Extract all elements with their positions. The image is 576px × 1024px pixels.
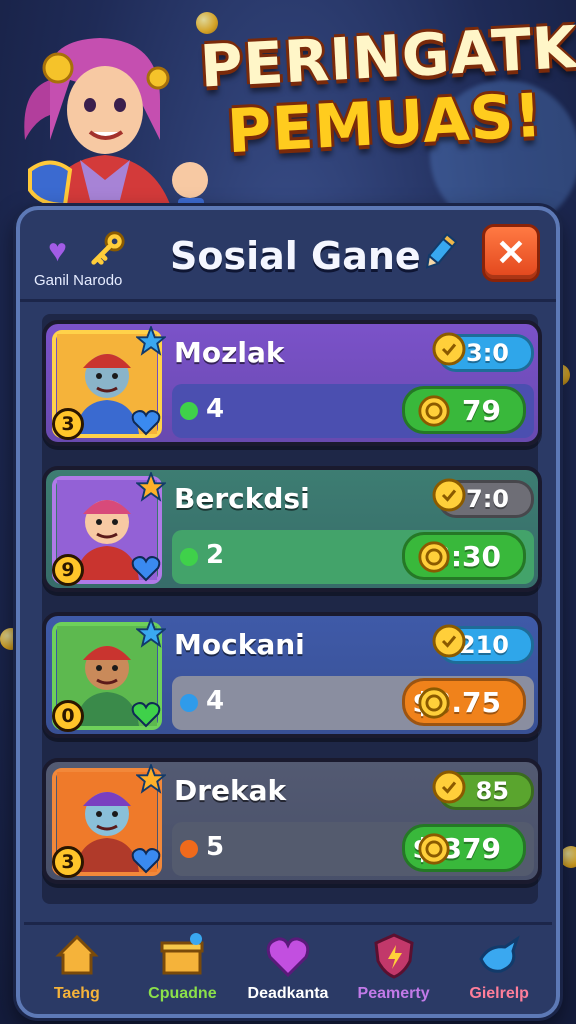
- bottom-navigation: Taehg Cpuadne Deadkanta Peamerty Gielrel…: [24, 922, 552, 1010]
- level-badge: 3: [52, 846, 84, 878]
- score-pill[interactable]: 7:0: [432, 478, 534, 518]
- player-count: 4: [206, 686, 225, 716]
- nav-label: Deadkanta: [247, 985, 329, 1002]
- heart-icon: [266, 937, 310, 978]
- heart-icon: ♥: [48, 232, 67, 268]
- reward-pill[interactable]: $.379: [402, 824, 526, 872]
- close-button[interactable]: ✕: [482, 224, 540, 282]
- panel-header: ♥ Ganil Narodo Sosial Gane ✕: [20, 210, 556, 302]
- level-badge: 9: [52, 554, 84, 586]
- lightning-shield-icon: [373, 933, 414, 979]
- reward-coin-icon: [418, 541, 450, 573]
- score-icon: [432, 624, 466, 658]
- score-value: 85: [475, 777, 509, 805]
- nav-item-taehg[interactable]: Taehg: [24, 925, 130, 1010]
- nav-label: Peamerty: [357, 985, 430, 1002]
- nav-label: Cpuadne: [148, 985, 217, 1002]
- player-row[interactable]: 9 Berckdsi 2 3:30 7:0: [42, 466, 542, 592]
- stat-dot-icon: [180, 840, 198, 858]
- player-stat-bar: 2 3:30: [172, 530, 534, 584]
- score-value: 7:0: [466, 485, 509, 513]
- hero-title: PERINGATK PEMUAS!: [198, 13, 576, 167]
- heart-badge-icon: [131, 848, 161, 874]
- reward-coin-icon: [418, 395, 450, 427]
- stat-dot-icon: [180, 694, 198, 712]
- score-pill[interactable]: 85: [432, 770, 534, 810]
- nav-item-cpuadne[interactable]: Cpuadne: [130, 925, 236, 1010]
- player-row[interactable]: 3 Mozlak 4 79 3:0: [42, 320, 542, 446]
- player-stat-bar: 4 $3.75: [172, 676, 534, 730]
- stat-dot-icon: [180, 548, 198, 566]
- nav-item-peamerty[interactable]: Peamerty: [341, 925, 447, 1010]
- player-row[interactable]: 3 Drekak 5 $.379 85: [42, 758, 542, 884]
- player-name: Mockani: [174, 628, 305, 661]
- score-icon: [432, 478, 466, 512]
- player-row[interactable]: 0 Mockani 4 $3.75 210: [42, 612, 542, 738]
- star-icon: [136, 764, 166, 794]
- edit-pencil-icon[interactable]: [420, 232, 460, 272]
- player-count: 5: [206, 832, 225, 862]
- player-stat-bar: 5 $.379: [172, 822, 534, 876]
- player-list: 3 Mozlak 4 79 3:0 9 Berckdsi 2 3:30 7:0 …: [42, 314, 542, 904]
- background-coin: [560, 846, 576, 868]
- heart-badge-icon: [131, 556, 161, 582]
- gift-icon: [160, 933, 204, 975]
- heart-badge-icon: [131, 410, 161, 436]
- player-stat-bar: 4 79: [172, 384, 534, 438]
- score-pill[interactable]: 3:0: [432, 332, 534, 372]
- player-count: 2: [206, 540, 225, 570]
- star-icon: [136, 618, 166, 648]
- heart-badge-icon: [131, 702, 161, 728]
- score-icon: [432, 332, 466, 366]
- bird-icon: [479, 935, 520, 973]
- reward-coin-icon: [418, 833, 450, 865]
- nav-label: Taehg: [53, 985, 100, 1002]
- reward-pill[interactable]: $3.75: [402, 678, 526, 726]
- nav-item-deadkanta[interactable]: Deadkanta: [235, 925, 341, 1010]
- score-value: 3:0: [466, 339, 509, 367]
- hero-title-line2: PEMUAS!: [225, 80, 545, 168]
- player-name: Drekak: [174, 774, 287, 807]
- stat-dot-icon: [180, 402, 198, 420]
- reward-value: 79: [462, 393, 501, 427]
- score-icon: [432, 770, 466, 804]
- nav-label: Gielrelp: [469, 985, 529, 1002]
- player-name: Mozlak: [174, 336, 285, 369]
- panel-subtitle: Ganil Narodo: [34, 272, 123, 289]
- player-count: 4: [206, 394, 225, 424]
- player-name: Berckdsi: [174, 482, 310, 515]
- leaderboard-panel: ♥ Ganil Narodo Sosial Gane ✕ 3 Mozlak 4 …: [16, 206, 560, 1018]
- level-badge: 3: [52, 408, 84, 440]
- home-icon: [55, 934, 99, 975]
- reward-pill[interactable]: 3:30: [402, 532, 526, 580]
- star-icon: [136, 326, 166, 356]
- key-icon: [91, 231, 125, 265]
- hero-banner: PERINGATK PEMUAS!: [0, 0, 576, 220]
- reward-coin-icon: [418, 687, 450, 719]
- nav-item-gielrelp[interactable]: Gielrelp: [446, 925, 552, 1010]
- hero-character-illustration: [24, 38, 208, 220]
- reward-pill[interactable]: 79: [402, 386, 526, 434]
- score-pill[interactable]: 210: [432, 624, 534, 664]
- panel-title: Sosial Gane: [170, 234, 421, 278]
- level-badge: 0: [52, 700, 84, 732]
- star-icon: [136, 472, 166, 502]
